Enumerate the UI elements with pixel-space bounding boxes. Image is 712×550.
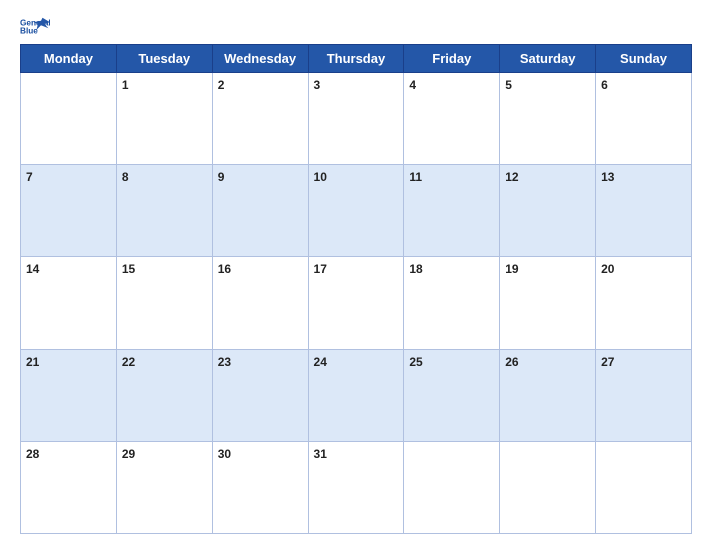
weekday-header-friday: Friday <box>404 45 500 73</box>
weekday-header-sunday: Sunday <box>596 45 692 73</box>
day-number-5: 5 <box>505 78 512 92</box>
day-number-21: 21 <box>26 355 39 369</box>
weekday-header-tuesday: Tuesday <box>116 45 212 73</box>
day-cell-24: 24 <box>308 349 404 441</box>
weekday-header-saturday: Saturday <box>500 45 596 73</box>
day-cell-28: 28 <box>21 441 117 533</box>
day-number-23: 23 <box>218 355 231 369</box>
day-number-8: 8 <box>122 170 129 184</box>
weekday-header-wednesday: Wednesday <box>212 45 308 73</box>
day-number-28: 28 <box>26 447 39 461</box>
day-cell-14: 14 <box>21 257 117 349</box>
svg-text:Blue: Blue <box>20 27 38 36</box>
day-number-27: 27 <box>601 355 614 369</box>
day-cell-9: 9 <box>212 165 308 257</box>
day-cell-8: 8 <box>116 165 212 257</box>
weekday-header-thursday: Thursday <box>308 45 404 73</box>
day-cell-15: 15 <box>116 257 212 349</box>
weekday-header-monday: Monday <box>21 45 117 73</box>
day-cell-5: 5 <box>500 73 596 165</box>
day-cell-30: 30 <box>212 441 308 533</box>
day-number-17: 17 <box>314 262 327 276</box>
day-cell-11: 11 <box>404 165 500 257</box>
day-cell-31: 31 <box>308 441 404 533</box>
day-cell-2: 2 <box>212 73 308 165</box>
day-cell-6: 6 <box>596 73 692 165</box>
day-cell-27: 27 <box>596 349 692 441</box>
day-cell-13: 13 <box>596 165 692 257</box>
day-cell-10: 10 <box>308 165 404 257</box>
day-number-26: 26 <box>505 355 518 369</box>
day-number-9: 9 <box>218 170 225 184</box>
week-row-5: 28 29 30 31 <box>21 441 692 533</box>
day-cell-19: 19 <box>500 257 596 349</box>
day-number-20: 20 <box>601 262 614 276</box>
day-number-10: 10 <box>314 170 327 184</box>
day-number-22: 22 <box>122 355 135 369</box>
day-number-11: 11 <box>409 170 422 184</box>
day-cell-23: 23 <box>212 349 308 441</box>
logo-icon: General Blue <box>20 16 50 36</box>
empty-cell-4-4 <box>404 441 500 533</box>
week-row-1: 1 2 3 4 5 6 <box>21 73 692 165</box>
day-number-14: 14 <box>26 262 39 276</box>
day-number-2: 2 <box>218 78 225 92</box>
day-number-19: 19 <box>505 262 518 276</box>
day-number-18: 18 <box>409 262 422 276</box>
day-cell-3: 3 <box>308 73 404 165</box>
week-row-2: 7 8 9 10 11 12 13 <box>21 165 692 257</box>
day-number-4: 4 <box>409 78 416 92</box>
day-cell-16: 16 <box>212 257 308 349</box>
day-number-3: 3 <box>314 78 321 92</box>
day-cell-4: 4 <box>404 73 500 165</box>
logo: General Blue <box>20 16 50 36</box>
day-cell-1: 1 <box>116 73 212 165</box>
day-number-31: 31 <box>314 447 327 461</box>
empty-cell-4-5 <box>500 441 596 533</box>
day-number-16: 16 <box>218 262 231 276</box>
calendar-table: MondayTuesdayWednesdayThursdayFridaySatu… <box>20 44 692 534</box>
day-number-15: 15 <box>122 262 135 276</box>
week-row-3: 14 15 16 17 18 19 20 <box>21 257 692 349</box>
day-number-29: 29 <box>122 447 135 461</box>
day-cell-21: 21 <box>21 349 117 441</box>
day-cell-25: 25 <box>404 349 500 441</box>
day-cell-20: 20 <box>596 257 692 349</box>
day-number-30: 30 <box>218 447 231 461</box>
day-cell-7: 7 <box>21 165 117 257</box>
day-number-1: 1 <box>122 78 129 92</box>
weekday-header-row: MondayTuesdayWednesdayThursdayFridaySatu… <box>21 45 692 73</box>
day-number-12: 12 <box>505 170 518 184</box>
day-cell-26: 26 <box>500 349 596 441</box>
day-cell-22: 22 <box>116 349 212 441</box>
week-row-4: 21 22 23 24 25 26 27 <box>21 349 692 441</box>
day-number-7: 7 <box>26 170 33 184</box>
day-cell-29: 29 <box>116 441 212 533</box>
day-number-25: 25 <box>409 355 422 369</box>
empty-cell-4-6 <box>596 441 692 533</box>
day-cell-12: 12 <box>500 165 596 257</box>
day-cell-18: 18 <box>404 257 500 349</box>
day-number-24: 24 <box>314 355 327 369</box>
calendar-header: General Blue <box>20 16 692 36</box>
empty-cell-0-0 <box>21 73 117 165</box>
day-number-6: 6 <box>601 78 608 92</box>
day-cell-17: 17 <box>308 257 404 349</box>
day-number-13: 13 <box>601 170 614 184</box>
